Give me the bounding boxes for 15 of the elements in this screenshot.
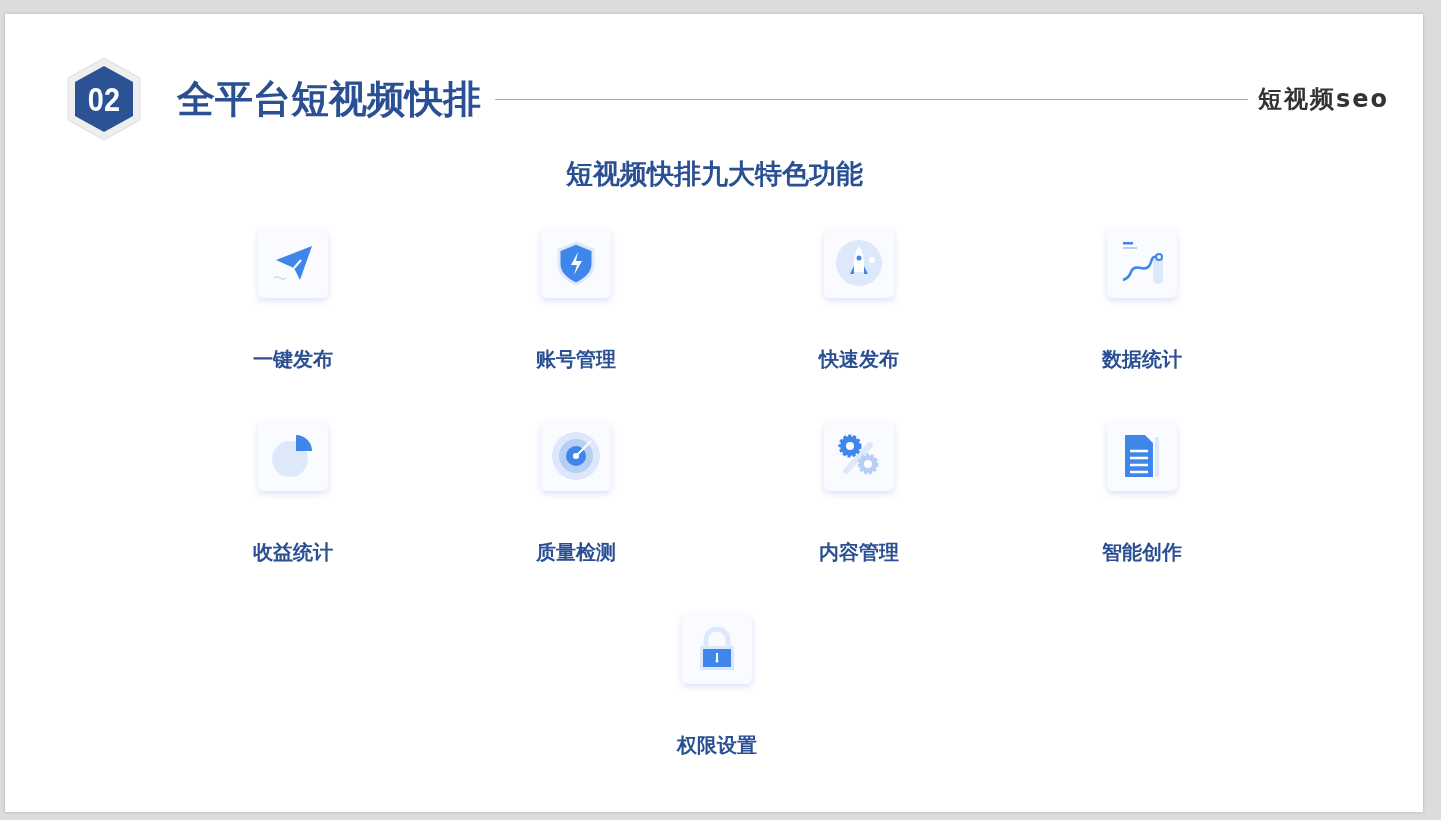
feature-label: 账号管理: [535, 346, 616, 373]
feature-label: 快速发布: [818, 346, 899, 373]
feature-label: 权限设置: [677, 732, 757, 759]
subtitle: 短视频快排九大特色功能: [564, 157, 864, 191]
feature-label: 内容管理: [818, 539, 899, 566]
feature-label: 收益统计: [252, 539, 333, 566]
feature-label: 智能创作: [1101, 539, 1182, 566]
rocket-icon: [833, 238, 884, 288]
feature-label: 数据统计: [1101, 346, 1182, 373]
feature-label: 一键发布: [252, 346, 333, 373]
feature-label: 质量检测: [535, 539, 616, 566]
section-title: 全平台短视频快排: [177, 75, 481, 123]
section-tag: 短视频seo: [1257, 83, 1389, 115]
number-badge: 02: [65, 56, 143, 142]
target-icon: [550, 431, 601, 481]
